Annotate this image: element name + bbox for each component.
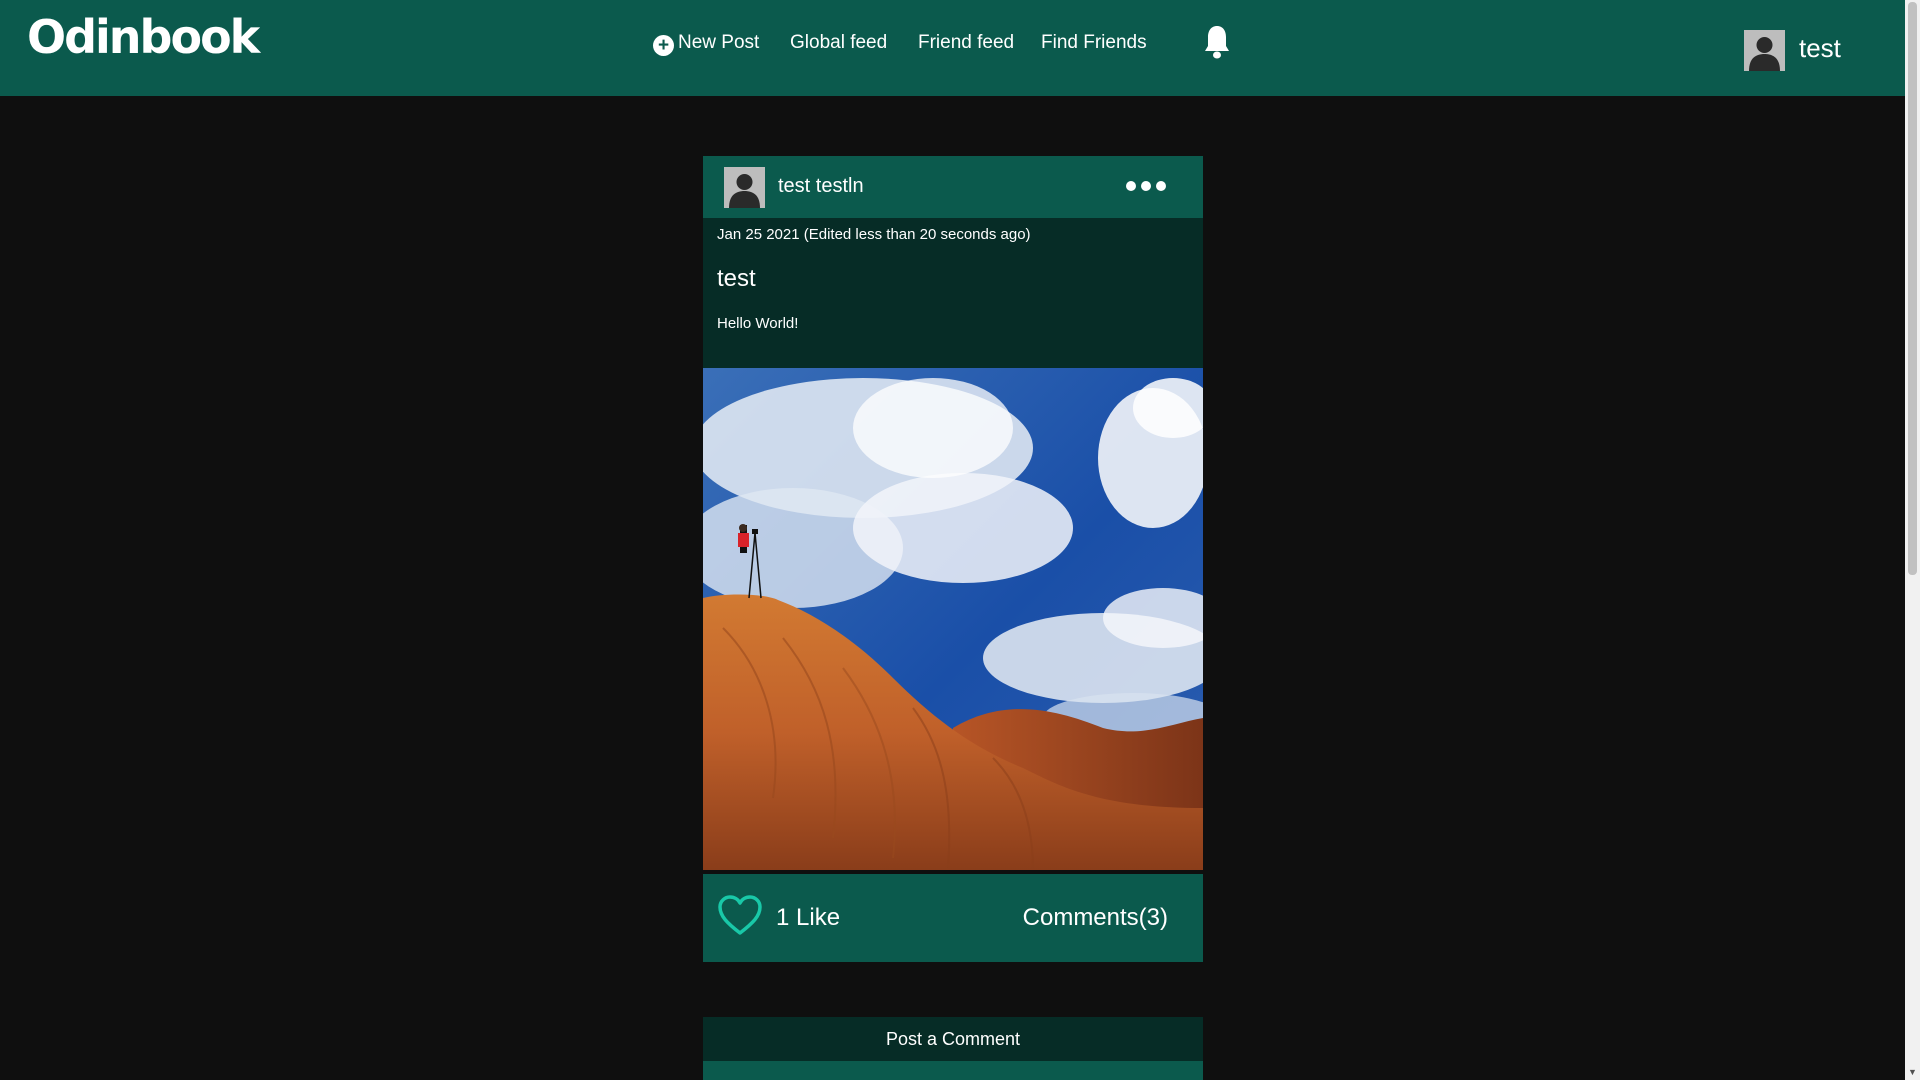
comments-link[interactable]: Comments(3) — [1023, 904, 1168, 932]
post-text: Hello World! — [717, 315, 799, 332]
post-date: Jan 25 2021 (Edited less than 20 seconds… — [717, 226, 1031, 243]
comment-input-area[interactable] — [703, 1061, 1203, 1080]
friend-feed-link[interactable]: Friend feed — [918, 28, 1014, 58]
user-name[interactable]: test — [1799, 33, 1841, 64]
find-friends-link[interactable]: Find Friends — [1041, 28, 1147, 58]
post-body: Jan 25 2021 (Edited less than 20 seconds… — [703, 218, 1203, 368]
post-author[interactable]: test testln — [778, 175, 864, 198]
global-feed-link[interactable]: Global feed — [790, 28, 887, 58]
app-logo[interactable]: Odinbook — [27, 10, 260, 64]
scroll-down-arrow-icon[interactable]: ▼ — [1905, 1066, 1920, 1078]
comment-form: Post a Comment — [703, 1017, 1203, 1080]
post-image — [703, 368, 1203, 870]
post-footer: 1 Like Comments(3) — [703, 874, 1203, 962]
bell-icon[interactable] — [1203, 24, 1231, 60]
heart-icon[interactable] — [717, 894, 763, 936]
like-count: 1 Like — [776, 904, 841, 931]
scrollbar-thumb[interactable] — [1908, 2, 1917, 575]
post-title: test — [717, 265, 756, 292]
more-options-icon[interactable] — [1126, 178, 1171, 192]
page-scrollbar[interactable]: ▼ — [1905, 0, 1920, 1080]
top-navbar: Odinbook + New Post Global feed Friend fe… — [0, 0, 1905, 96]
new-post-label: New Post — [678, 32, 760, 53]
comment-form-title: Post a Comment — [885, 1029, 1021, 1049]
user-avatar[interactable] — [1744, 30, 1785, 71]
post-card: test testln Jan 25 2021 (Edited less tha… — [703, 156, 1203, 962]
author-avatar[interactable] — [724, 167, 765, 208]
new-post-link[interactable]: + New Post — [653, 28, 759, 58]
post-header: test testln — [703, 156, 1203, 218]
plus-circle-icon: + — [653, 35, 674, 56]
